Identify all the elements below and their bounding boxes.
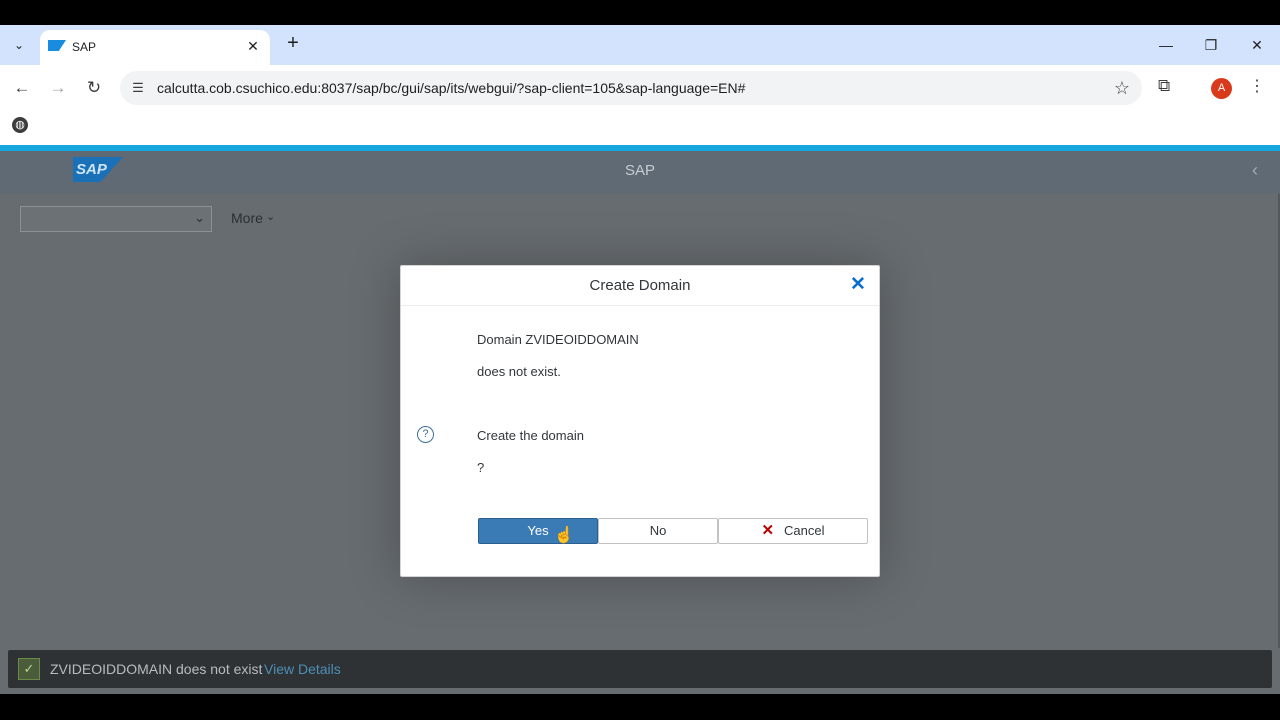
screen: ⌄ SAP ✕ + — ❐ ✕ ← → ↻ ☰ calcutta.cob.csu… (0, 0, 1280, 720)
tab-search-button[interactable]: ⌄ (7, 33, 31, 57)
bookmarks-bar: ◍ (0, 111, 1280, 145)
question-icon: ? (417, 426, 434, 443)
more-menu[interactable]: More (231, 210, 263, 226)
star-icon[interactable]: ☆ (1114, 78, 1130, 99)
checkbox-check-icon: ✓ (18, 658, 40, 680)
profile-avatar[interactable]: A (1211, 78, 1232, 99)
hand-cursor-icon: ☝ (554, 527, 574, 544)
chevron-down-icon: ⌄ (13, 38, 25, 52)
puzzle-icon[interactable]: ⧉ (1158, 76, 1170, 96)
status-message: ZVIDEOIDDOMAIN does not exist (50, 661, 263, 677)
new-tab-plus-icon[interactable]: + (282, 33, 304, 55)
dialog-message-line1: Domain ZVIDEOIDDOMAIN (477, 332, 639, 347)
globe-icon[interactable]: ◍ (12, 117, 28, 133)
back-arrow-icon[interactable]: ← (10, 76, 34, 100)
cancel-button[interactable]: ✕ Cancel (718, 518, 868, 544)
status-bar: ✓ ZVIDEOIDDOMAIN does not exist View Det… (8, 650, 1272, 688)
dialog-message-line2: does not exist. (477, 364, 561, 379)
chevron-down-icon[interactable]: ⌄ (266, 210, 275, 223)
no-button[interactable]: No (598, 518, 718, 544)
dialog-message-line4: ? (477, 460, 485, 475)
bottom-letterbox (0, 694, 1280, 720)
sap-header: SAP SAP ‹ (0, 151, 1280, 194)
dialog-header: Create Domain ✕ (401, 266, 879, 306)
address-bar[interactable]: ☰ calcutta.cob.csuchico.edu:8037/sap/bc/… (120, 71, 1142, 105)
dialog-message-line3: Create the domain (477, 428, 584, 443)
close-icon[interactable]: ✕ (850, 275, 866, 295)
kebab-menu-icon[interactable]: ⋮ (1249, 76, 1265, 96)
browser-tab-strip: ⌄ SAP ✕ + — ❐ ✕ (0, 25, 1280, 65)
status-area: ✓ ZVIDEOIDDOMAIN does not exist View Det… (0, 648, 1280, 694)
dialog-title: Create Domain (589, 277, 691, 294)
reload-icon[interactable]: ↻ (82, 76, 106, 100)
restore-icon[interactable]: ❐ (1199, 33, 1223, 57)
tab-close-icon[interactable]: ✕ (244, 37, 262, 55)
create-domain-dialog: Create Domain ✕ Domain ZVIDEOIDDOMAIN do… (400, 265, 880, 577)
chevron-down-icon: ⌄ (194, 210, 205, 225)
tab-title: SAP (72, 40, 97, 54)
view-details-link[interactable]: View Details (264, 661, 341, 677)
browser-toolbar: ← → ↻ ☰ calcutta.cob.csuchico.edu:8037/s… (0, 65, 1280, 111)
tune-icon[interactable]: ☰ (130, 80, 146, 96)
cancel-x-icon: ✕ (761, 522, 775, 539)
cancel-label: Cancel (784, 523, 825, 538)
window-close-icon[interactable]: ✕ (1245, 33, 1269, 57)
yes-button[interactable]: Yes (478, 518, 598, 544)
browser-tab[interactable]: SAP ✕ (40, 30, 270, 65)
minimize-icon[interactable]: — (1154, 33, 1178, 57)
sap-header-title: SAP (624, 162, 655, 179)
forward-arrow-icon[interactable]: → (46, 76, 70, 100)
url-text[interactable]: calcutta.cob.csuchico.edu:8037/sap/bc/gu… (157, 80, 745, 96)
command-field-select[interactable]: ⌄ (20, 206, 212, 232)
sap-favicon-icon (48, 40, 66, 51)
chevron-left-icon[interactable]: ‹ (1252, 160, 1258, 181)
